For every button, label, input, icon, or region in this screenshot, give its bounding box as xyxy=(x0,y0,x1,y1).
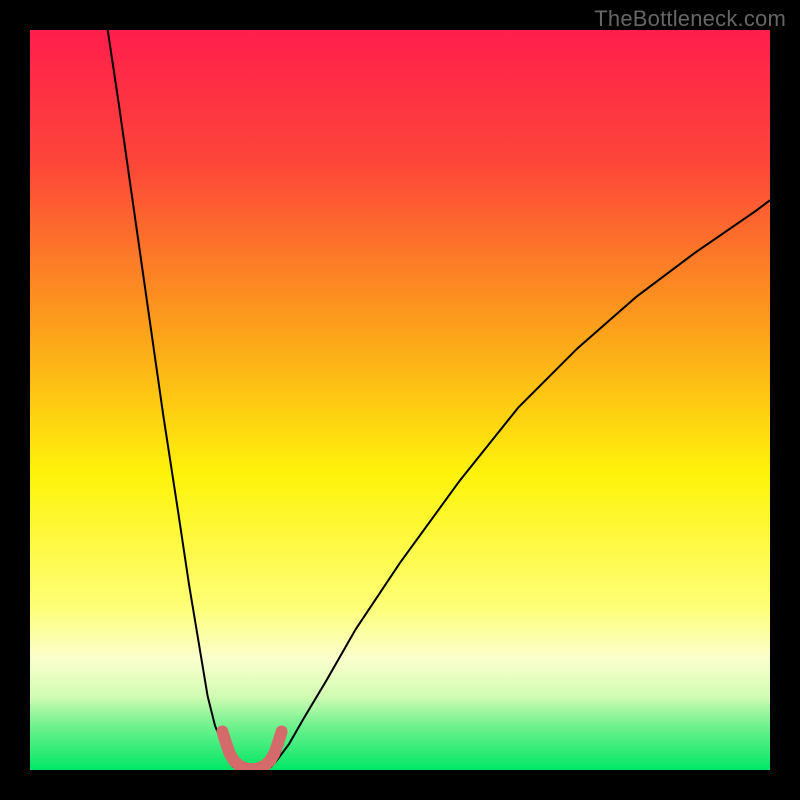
chart-frame xyxy=(30,30,770,770)
gradient-background xyxy=(30,30,770,770)
watermark-text: TheBottleneck.com xyxy=(594,6,786,32)
bottleneck-chart xyxy=(30,30,770,770)
